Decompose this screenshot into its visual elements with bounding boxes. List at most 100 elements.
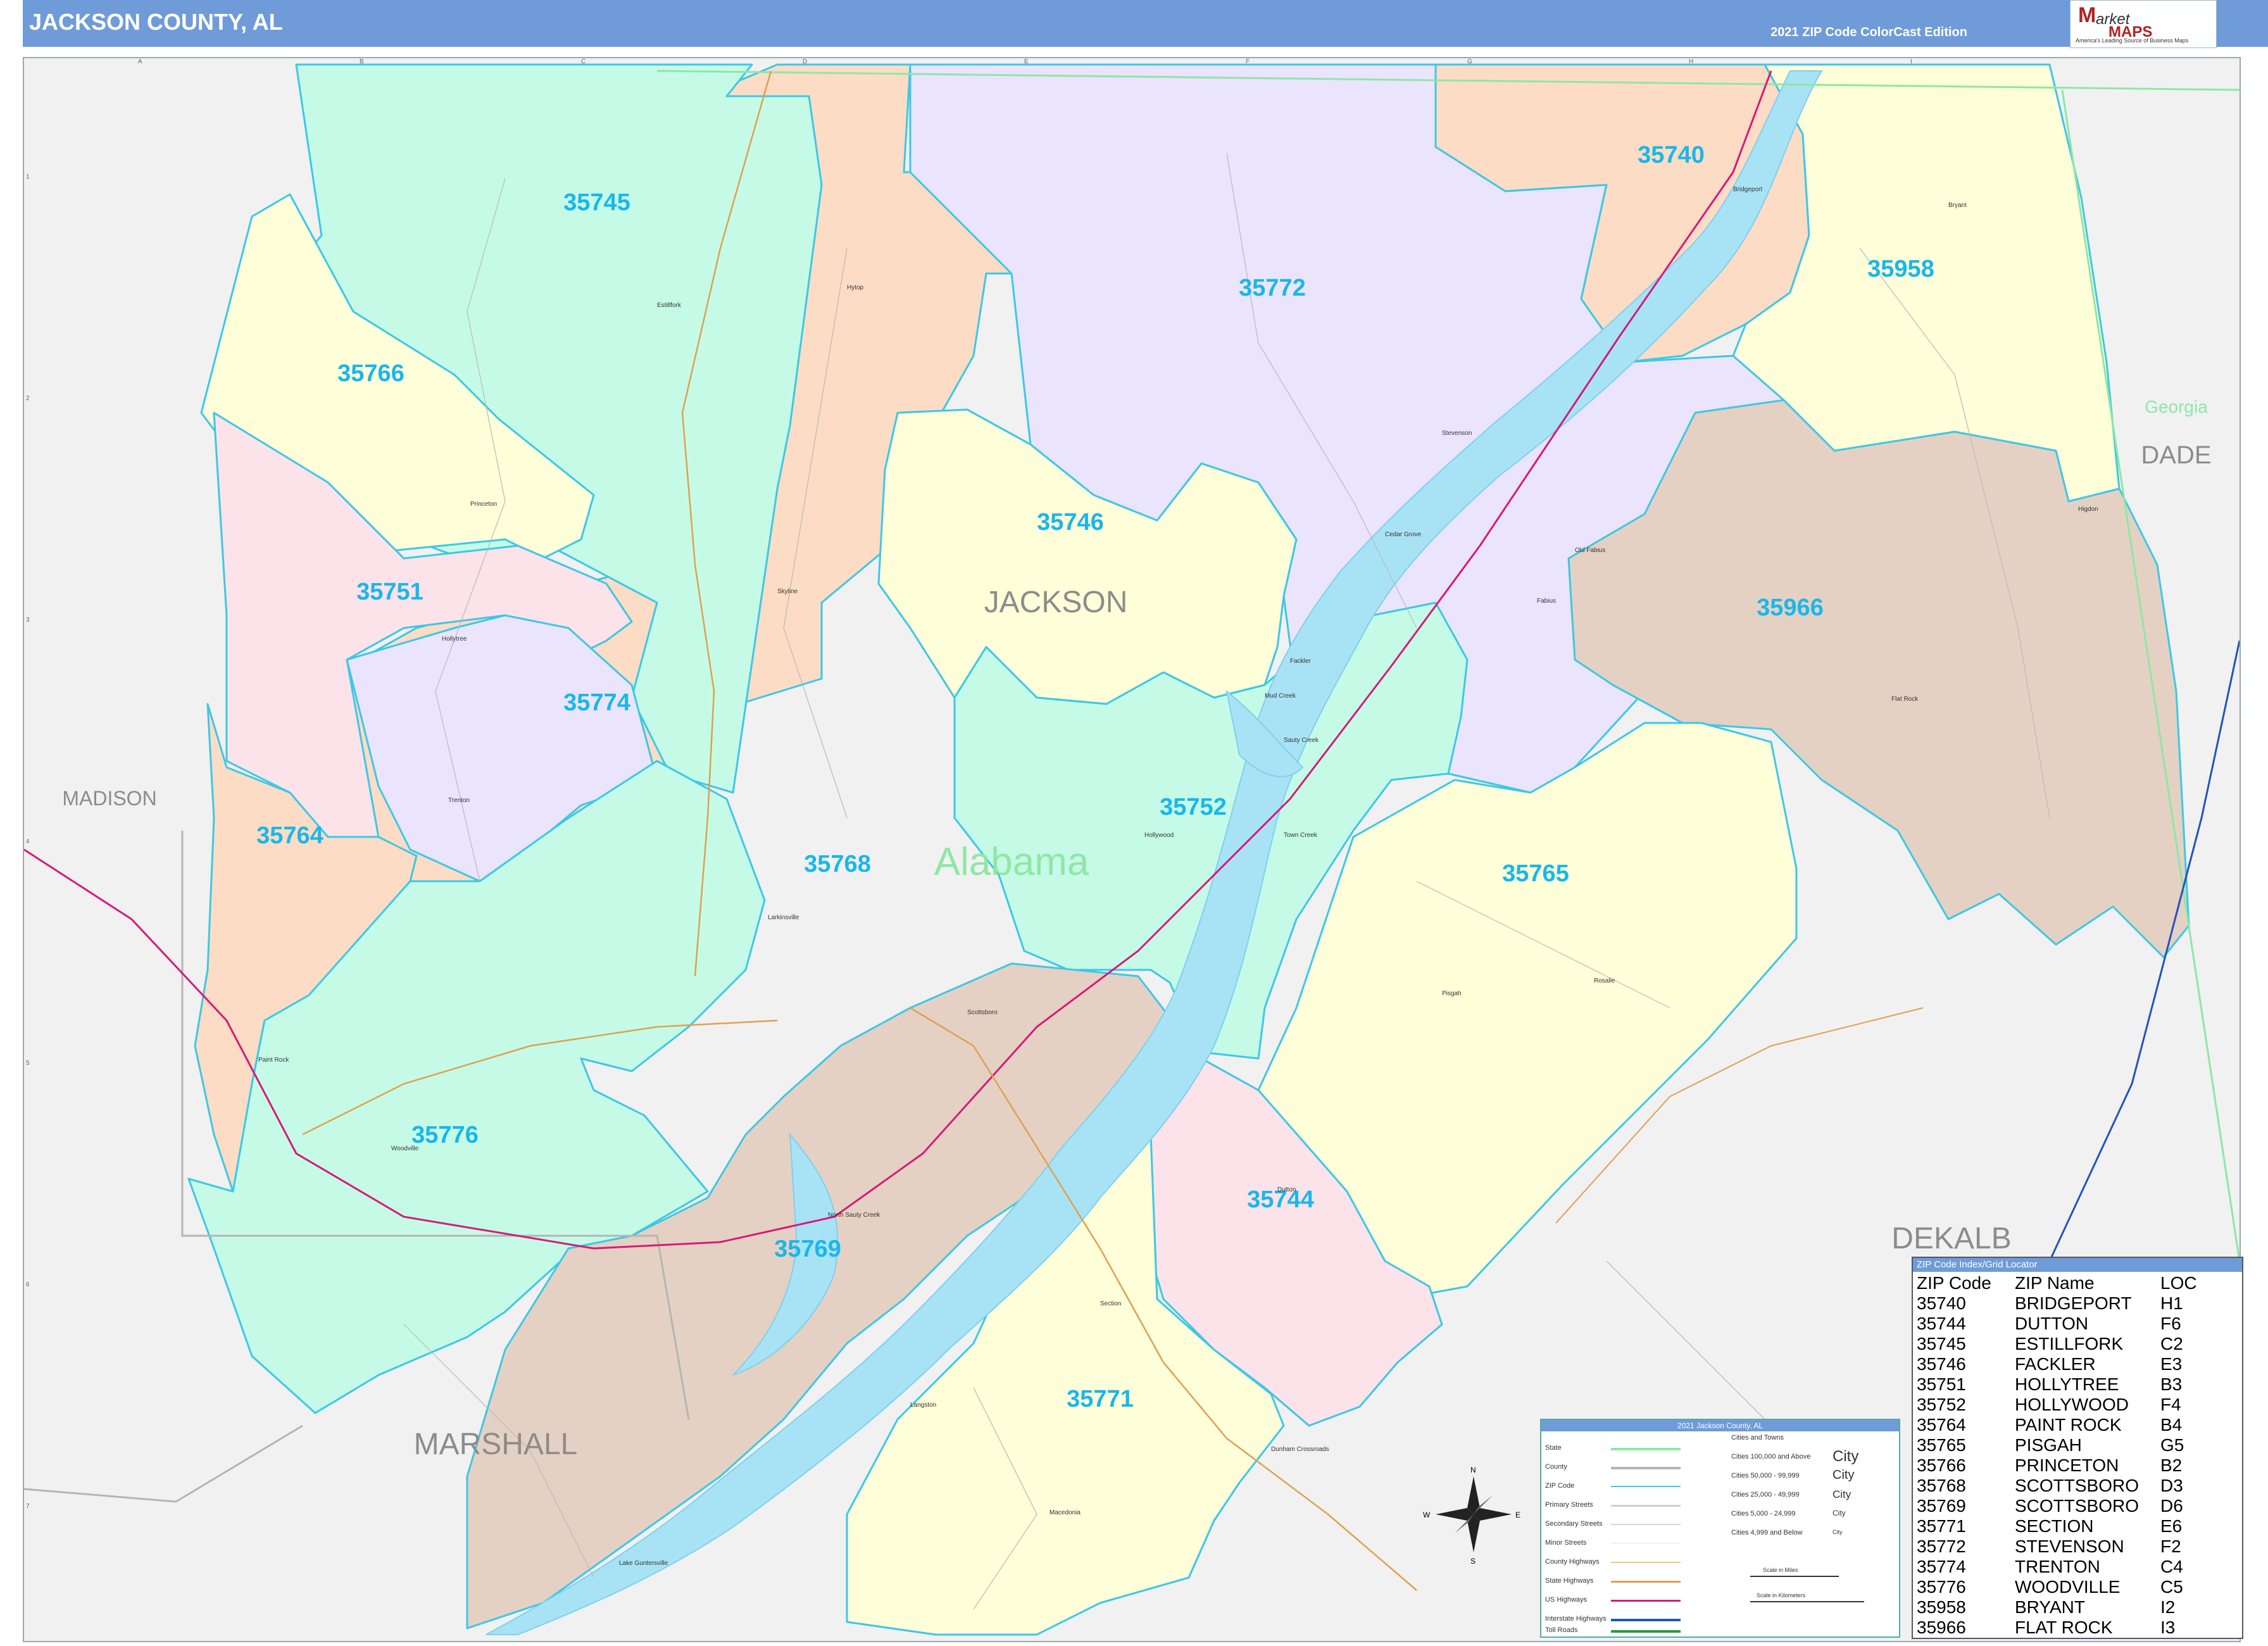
svg-text:35769: 35769 <box>774 1236 841 1262</box>
county-label-marshall: MARSHALL <box>414 1428 578 1461</box>
svg-text:North Sauty Creek: North Sauty Creek <box>828 1212 880 1219</box>
svg-text:Hytop: Hytop <box>847 284 864 291</box>
svg-text:E: E <box>1515 1511 1520 1519</box>
svg-text:35766: 35766 <box>337 360 404 387</box>
zip-index-row: 35745 ESTILLFORK C2 <box>1917 1334 2211 1354</box>
zip-name-cell: HOLLYTREE <box>2015 1374 2119 1394</box>
svg-text:Paint Rock: Paint Rock <box>258 1057 289 1064</box>
zip-code-cell: 35766 <box>1917 1455 1966 1475</box>
zip-index-row: 35740 BRIDGEPORT H1 <box>1917 1293 2211 1314</box>
map-title: JACKSON COUNTY, AL <box>29 9 283 35</box>
zip-name-cell: PAINT ROCK <box>2015 1415 2122 1435</box>
svg-text:F: F <box>1246 58 1250 65</box>
zip-index-row: 35766 PRINCETON B2 <box>1917 1455 2211 1476</box>
svg-text:4: 4 <box>26 838 30 845</box>
svg-text:2: 2 <box>26 395 30 402</box>
zip-index-row: 35776 WOODVILLE C5 <box>1917 1577 2211 1597</box>
svg-text:35774: 35774 <box>563 689 630 716</box>
svg-text:G: G <box>1467 58 1472 65</box>
svg-text:Hollytree: Hollytree <box>442 636 467 643</box>
svg-text:A: A <box>138 58 142 65</box>
svg-text:Bridgeport: Bridgeport <box>1733 186 1762 193</box>
county-label-dade: DADE <box>2141 441 2211 469</box>
grid-loc-cell: D6 <box>2160 1496 2183 1516</box>
zip-code-cell: 35740 <box>1917 1293 1966 1313</box>
grid-loc-cell: I3 <box>2160 1618 2176 1637</box>
svg-text:C: C <box>581 58 586 65</box>
zip-index-title: ZIP Code Index/Grid Locator <box>1913 1258 2242 1272</box>
zip-code-cell: 35776 <box>1917 1577 1966 1597</box>
grid-loc-cell: C4 <box>2160 1557 2183 1576</box>
svg-text:E: E <box>1024 58 1029 65</box>
zip-name-cell: DUTTON <box>2015 1314 2089 1333</box>
zip-name-cell: BRIDGEPORT <box>2015 1293 2132 1313</box>
svg-text:Stevenson: Stevenson <box>1442 430 1472 437</box>
state-label-georgia: Georgia <box>2145 397 2208 417</box>
zip-name-cell: STEVENSON <box>2015 1536 2124 1556</box>
grid-loc-cell: I2 <box>2160 1597 2176 1617</box>
svg-text:35958: 35958 <box>1867 256 1934 282</box>
title-bar: JACKSON COUNTY, AL 2021 ZIP Code ColorCa… <box>23 0 2268 47</box>
svg-text:I: I <box>1910 58 1912 65</box>
svg-text:35740: 35740 <box>1638 142 1705 168</box>
zip-name-cell: BRYANT <box>2015 1597 2085 1617</box>
svg-text:35751: 35751 <box>356 579 423 605</box>
svg-text:Cedar Grove: Cedar Grove <box>1385 531 1422 538</box>
zip-name-cell: SECTION <box>2015 1516 2094 1536</box>
svg-text:35765: 35765 <box>1502 860 1569 887</box>
zip-code-cell: 35765 <box>1917 1435 1966 1455</box>
svg-text:Woodville: Woodville <box>391 1145 419 1152</box>
zip-code-cell: 35744 <box>1917 1314 1966 1333</box>
zip-name-cell: SCOTTSBORO <box>2015 1476 2140 1495</box>
county-label-dekalb: DEKALB <box>1891 1222 2011 1255</box>
svg-text:35768: 35768 <box>804 851 871 877</box>
zip-code-cell: 35769 <box>1917 1496 1966 1516</box>
state-label-alabama: Alabama <box>934 840 1089 884</box>
zip-code-cell: ZIP Code <box>1917 1273 1991 1293</box>
grid-loc-cell: LOC <box>2160 1273 2197 1293</box>
svg-text:Sauty Creek: Sauty Creek <box>1284 737 1319 744</box>
grid-loc-cell: E6 <box>2160 1516 2183 1536</box>
map-frame[interactable]: 35745 35766 35751 35774 35764 35776 3576… <box>23 57 2241 1642</box>
svg-text:Trenton: Trenton <box>448 797 470 804</box>
grid-loc-cell: H1 <box>2160 1293 2183 1313</box>
zip-index-row: 35746 FACKLER E3 <box>1917 1354 2211 1374</box>
svg-text:D: D <box>803 58 807 65</box>
zip-name-cell: HOLLYWOOD <box>2015 1395 2129 1414</box>
svg-text:35764: 35764 <box>256 822 323 849</box>
map-canvas[interactable]: 35745 35766 35751 35774 35764 35776 3576… <box>24 58 2240 1641</box>
svg-text:Bryant: Bryant <box>1948 202 1967 209</box>
grid-loc-cell: B4 <box>2160 1415 2183 1435</box>
svg-text:Macedonia: Macedonia <box>1049 1509 1081 1516</box>
svg-text:35776: 35776 <box>411 1122 479 1148</box>
zip-index-row: 35774 TRENTON C4 <box>1917 1557 2211 1577</box>
zip-code-cell: 35752 <box>1917 1395 1966 1414</box>
svg-text:35752: 35752 <box>1160 794 1227 820</box>
grid-loc-cell: F2 <box>2160 1536 2181 1556</box>
zip-index-row: 35772 STEVENSON F2 <box>1917 1536 2211 1557</box>
zip-index-row: 35744 DUTTON F6 <box>1917 1314 2211 1334</box>
svg-text:35745: 35745 <box>563 189 630 216</box>
svg-text:Dutton: Dutton <box>1277 1186 1296 1193</box>
svg-text:5: 5 <box>26 1060 30 1067</box>
zip-index-row: 35765 PISGAH G5 <box>1917 1435 2211 1455</box>
grid-loc-cell: F4 <box>2160 1395 2181 1414</box>
grid-loc-cell: D3 <box>2160 1476 2183 1495</box>
zip-code-cell: 35771 <box>1917 1516 1966 1536</box>
zip-code-cell: 35746 <box>1917 1354 1966 1374</box>
svg-text:Old Fabius: Old Fabius <box>1575 547 1605 554</box>
county-label-jackson: JACKSON <box>984 586 1128 619</box>
svg-text:3: 3 <box>26 617 30 624</box>
edition-label: 2021 ZIP Code ColorCast Edition <box>1770 25 1967 39</box>
grid-loc-cell: G5 <box>2160 1435 2184 1455</box>
zip-name-cell: PISGAH <box>2015 1435 2082 1455</box>
grid-loc-cell: B3 <box>2160 1374 2183 1394</box>
zip-index-row: 35958 BRYANT I2 <box>1917 1597 2211 1618</box>
zip-index-row: 35966 FLAT ROCK I3 <box>1917 1618 2211 1638</box>
map-legend: 2021 Jackson County, AL State County ZIP… <box>1540 1419 1900 1638</box>
zip-index-row: 35752 HOLLYWOOD F4 <box>1917 1395 2211 1415</box>
zip-code-cell: 35745 <box>1917 1334 1966 1354</box>
svg-text:7: 7 <box>26 1503 30 1510</box>
zip-index-row: 35764 PAINT ROCK B4 <box>1917 1415 2211 1435</box>
legend-title: 2021 Jackson County, AL <box>1541 1420 1899 1431</box>
